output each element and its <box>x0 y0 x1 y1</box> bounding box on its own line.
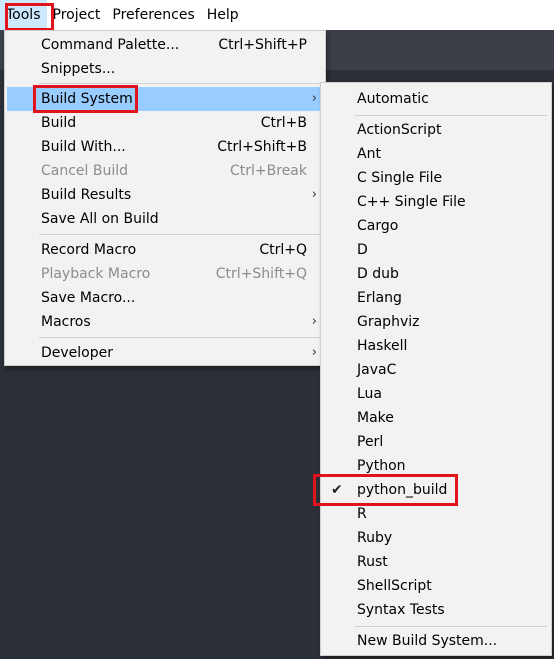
menu-item-label: D <box>357 242 368 258</box>
menu-item-label: Erlang <box>357 290 402 306</box>
menu-item-macros[interactable]: Macros › <box>7 310 323 334</box>
menu-item-shortcut: Ctrl+Q <box>259 242 307 258</box>
menu-item-cancel-build[interactable]: Cancel Build Ctrl+Break <box>7 159 323 183</box>
menu-item-record-macro[interactable]: Record Macro Ctrl+Q <box>7 238 323 262</box>
chevron-right-icon: › <box>311 345 317 360</box>
menu-item-shortcut: Ctrl+Shift+P <box>218 37 307 53</box>
build-system-erlang[interactable]: Erlang <box>323 286 549 310</box>
menu-item-label: Perl <box>357 434 384 450</box>
menu-item-label: Automatic <box>357 91 429 107</box>
menu-item-label: Cancel Build <box>41 163 129 179</box>
menu-item-shortcut: Ctrl+Shift+B <box>217 139 307 155</box>
menu-item-label: Record Macro <box>41 242 137 258</box>
build-system-ruby[interactable]: Ruby <box>323 526 549 550</box>
menu-item-build-with[interactable]: Build With... Ctrl+Shift+B <box>7 135 323 159</box>
menu-help[interactable]: Help <box>201 0 245 30</box>
checkmark-icon: ✔ <box>331 482 343 498</box>
menu-item-label: Ant <box>357 146 381 162</box>
build-system-perl[interactable]: Perl <box>323 430 549 454</box>
menu-item-playback-macro[interactable]: Playback Macro Ctrl+Shift+Q <box>7 262 323 286</box>
menu-item-label: Graphviz <box>357 314 420 330</box>
menu-item-save-macro[interactable]: Save Macro... <box>7 286 323 310</box>
build-system-actionscript[interactable]: ActionScript <box>323 118 549 142</box>
menu-item-label: Cargo <box>357 218 399 234</box>
menu-separator <box>39 337 321 338</box>
menu-separator <box>39 83 321 84</box>
menu-item-label: Rust <box>357 554 388 570</box>
menu-item-label: Haskell <box>357 338 408 354</box>
menu-item-label: C++ Single File <box>357 194 466 210</box>
menu-item-label: python_build <box>357 482 448 498</box>
menu-item-label: Playback Macro <box>41 266 151 282</box>
menu-item-label: Python <box>357 458 406 474</box>
menu-item-label: Snippets... <box>41 61 116 77</box>
build-system-ant[interactable]: Ant <box>323 142 549 166</box>
menu-item-label: Command Palette... <box>41 37 180 53</box>
build-system-r[interactable]: R <box>323 502 549 526</box>
menu-item-label: Macros <box>41 314 91 330</box>
menu-item-label: Build System <box>41 91 133 107</box>
chevron-right-icon: › <box>311 187 317 202</box>
menu-item-label: R <box>357 506 367 522</box>
build-system-python-build[interactable]: ✔ python_build <box>323 478 549 502</box>
build-system-d[interactable]: D <box>323 238 549 262</box>
menu-separator <box>355 115 547 116</box>
build-system-new[interactable]: New Build System... <box>323 629 549 653</box>
build-system-submenu: Automatic ActionScript Ant C Single File… <box>320 82 552 656</box>
build-system-cargo[interactable]: Cargo <box>323 214 549 238</box>
menu-item-label: C Single File <box>357 170 443 186</box>
menu-item-developer[interactable]: Developer › <box>7 341 323 365</box>
build-system-javac[interactable]: JavaC <box>323 358 549 382</box>
build-system-lua[interactable]: Lua <box>323 382 549 406</box>
build-system-syntax-tests[interactable]: Syntax Tests <box>323 598 549 622</box>
menu-item-shortcut: Ctrl+Break <box>230 163 307 179</box>
menu-tools[interactable]: Tools <box>0 0 47 30</box>
menu-item-shortcut: Ctrl+Shift+Q <box>215 266 307 282</box>
build-system-haskell[interactable]: Haskell <box>323 334 549 358</box>
menu-item-label: D dub <box>357 266 399 282</box>
tools-menu: Command Palette... Ctrl+Shift+P Snippets… <box>4 30 326 366</box>
build-system-python[interactable]: Python <box>323 454 549 478</box>
menu-item-build[interactable]: Build Ctrl+B <box>7 111 323 135</box>
menu-item-label: Build Results <box>41 187 132 203</box>
menu-item-save-all-on-build[interactable]: Save All on Build <box>7 207 323 231</box>
menu-item-label: JavaC <box>357 362 397 378</box>
menu-item-label: Syntax Tests <box>357 602 445 618</box>
build-system-make[interactable]: Make <box>323 406 549 430</box>
menu-item-shortcut: Ctrl+B <box>260 115 307 131</box>
menu-item-label: Developer <box>41 345 114 361</box>
menu-item-label: New Build System... <box>357 633 498 649</box>
menu-item-build-results[interactable]: Build Results › <box>7 183 323 207</box>
menu-preferences[interactable]: Preferences <box>106 0 200 30</box>
build-system-graphviz[interactable]: Graphviz <box>323 310 549 334</box>
menu-bar: Tools Project Preferences Help <box>0 0 554 30</box>
chevron-right-icon: › <box>311 314 317 329</box>
menu-item-command-palette[interactable]: Command Palette... Ctrl+Shift+P <box>7 33 323 57</box>
menu-item-label: ShellScript <box>357 578 432 594</box>
menu-item-label: Build <box>41 115 77 131</box>
menu-item-label: Save Macro... <box>41 290 136 306</box>
build-system-shellscript[interactable]: ShellScript <box>323 574 549 598</box>
build-system-c-single-file[interactable]: C Single File <box>323 166 549 190</box>
menu-separator <box>39 234 321 235</box>
chevron-right-icon: › <box>311 91 317 106</box>
build-system-automatic[interactable]: Automatic <box>323 87 549 111</box>
menu-separator <box>355 626 547 627</box>
menu-item-snippets[interactable]: Snippets... <box>7 57 323 81</box>
menu-item-label: Build With... <box>41 139 126 155</box>
build-system-d-dub[interactable]: D dub <box>323 262 549 286</box>
menu-project[interactable]: Project <box>47 0 107 30</box>
menu-item-build-system[interactable]: Build System › <box>7 87 323 111</box>
menu-item-label: Make <box>357 410 394 426</box>
menu-item-label: Lua <box>357 386 383 402</box>
build-system-rust[interactable]: Rust <box>323 550 549 574</box>
build-system-cpp-single-file[interactable]: C++ Single File <box>323 190 549 214</box>
menu-item-label: Ruby <box>357 530 393 546</box>
menu-item-label: ActionScript <box>357 122 442 138</box>
menu-item-label: Save All on Build <box>41 211 159 227</box>
